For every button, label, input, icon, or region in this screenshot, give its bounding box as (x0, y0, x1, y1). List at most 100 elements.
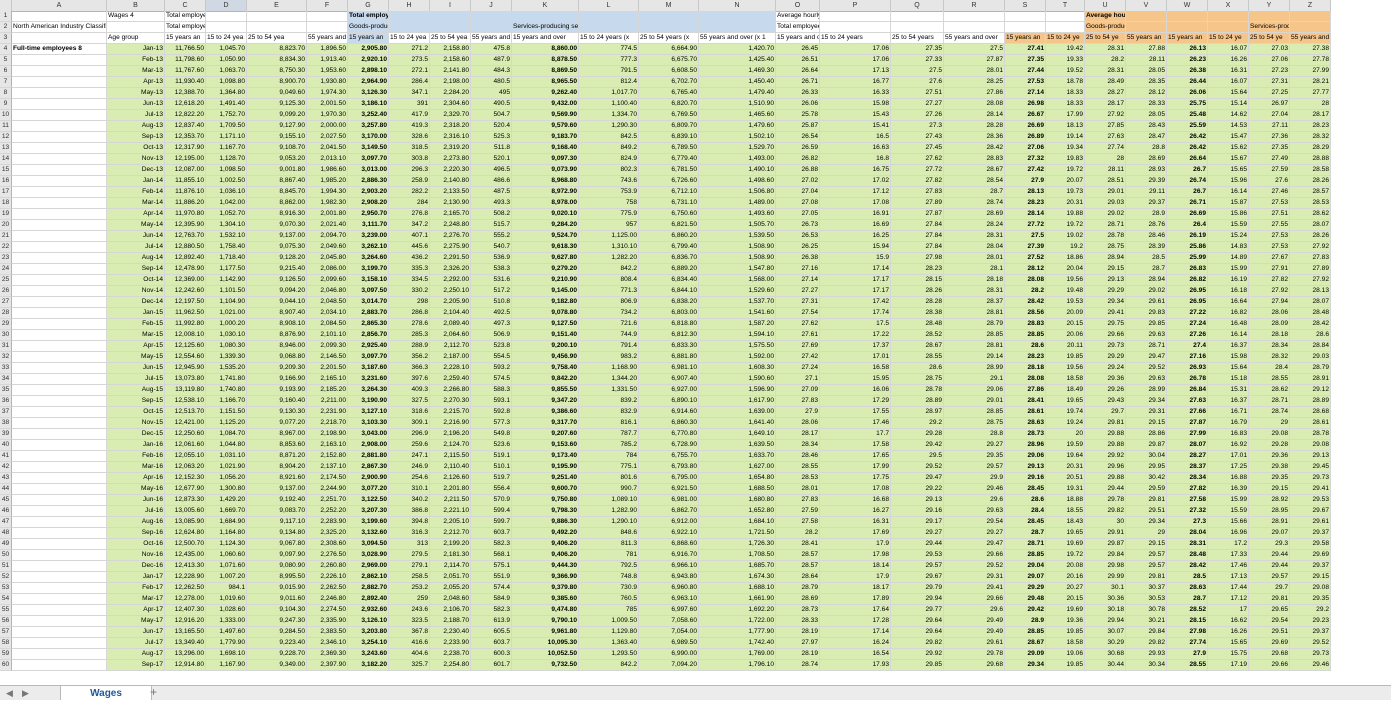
value-cell[interactable]: 26.06 (776, 99, 820, 110)
value-cell[interactable]: 3,207.30 (348, 506, 389, 517)
value-cell[interactable]: 1,493.60 (699, 209, 776, 220)
row-number[interactable]: 41 (0, 451, 12, 462)
value-cell[interactable]: 536.9 (471, 253, 512, 264)
value-cell[interactable]: 29.61 (1290, 517, 1331, 528)
value-cell[interactable]: 29.73 (1290, 473, 1331, 484)
value-cell[interactable]: 9,182.80 (512, 297, 579, 308)
value-cell[interactable]: 29.46 (944, 484, 1005, 495)
value-cell[interactable]: 29.78 (944, 649, 1005, 660)
value-cell[interactable]: 753.9 (579, 187, 639, 198)
value-cell[interactable]: 6,990.00 (639, 649, 699, 660)
value-cell[interactable]: 1,036.10 (206, 187, 247, 198)
header-cell[interactable]: Services-producing sector 7 (512, 22, 579, 33)
value-cell[interactable]: 3,182.20 (348, 660, 389, 671)
value-cell[interactable]: 16.26 (1208, 627, 1249, 638)
value-cell[interactable]: 9,349.00 (247, 660, 307, 671)
value-cell[interactable]: 1,596.90 (699, 385, 776, 396)
value-cell[interactable]: 29.69 (1290, 550, 1331, 561)
value-cell[interactable]: 957 (579, 220, 639, 231)
value-cell[interactable]: 777.3 (579, 55, 639, 66)
value-cell[interactable]: 29.77 (891, 605, 944, 616)
value-cell[interactable]: 540.7 (471, 242, 512, 253)
empty-cell[interactable] (1046, 22, 1085, 33)
value-cell[interactable]: 29.7 (1085, 407, 1126, 418)
value-cell[interactable]: 9,758.40 (512, 363, 579, 374)
value-cell[interactable]: 9,128.20 (247, 253, 307, 264)
empty-cell[interactable] (12, 594, 107, 605)
value-cell[interactable]: 26.44 (1167, 77, 1208, 88)
value-cell[interactable]: 28.24 (944, 220, 1005, 231)
value-cell[interactable]: 2,099.60 (307, 275, 348, 286)
value-cell[interactable]: 1,489.00 (699, 198, 776, 209)
value-cell[interactable]: 2,883.70 (348, 308, 389, 319)
value-cell[interactable]: 29.78 (1085, 495, 1126, 506)
value-cell[interactable]: 12,624.80 (165, 528, 206, 539)
value-cell[interactable]: 27.5 (944, 44, 1005, 55)
value-cell[interactable]: 27.3 (1167, 517, 1208, 528)
value-cell[interactable]: 29.3 (1249, 539, 1290, 550)
value-cell[interactable]: 1,592.00 (699, 352, 776, 363)
value-cell[interactable]: 27.99 (1290, 66, 1331, 77)
value-cell[interactable]: 27.35 (891, 44, 944, 55)
value-cell[interactable]: 15.65 (1208, 638, 1249, 649)
value-cell[interactable]: 327.5 (389, 396, 430, 407)
value-cell[interactable]: 29.03 (1085, 198, 1126, 209)
value-cell[interactable]: 592.8 (471, 407, 512, 418)
value-cell[interactable]: 29.03 (1290, 352, 1331, 363)
empty-cell[interactable] (1249, 11, 1290, 22)
value-cell[interactable]: 29.24 (1085, 363, 1126, 374)
value-cell[interactable]: 556.4 (471, 484, 512, 495)
value-cell[interactable]: 28.29 (1290, 143, 1331, 154)
value-cell[interactable]: 2,230.40 (430, 627, 471, 638)
value-cell[interactable]: 27.58 (776, 517, 820, 528)
value-cell[interactable]: 28.6 (891, 363, 944, 374)
add-sheet-button[interactable]: + (150, 686, 157, 699)
value-cell[interactable]: 2,201.50 (307, 363, 348, 374)
value-cell[interactable]: 29.48 (1005, 594, 1046, 605)
value-cell[interactable]: 29.44 (1249, 550, 1290, 561)
value-cell[interactable]: 28.85 (1005, 627, 1046, 638)
value-cell[interactable]: 296.3 (389, 165, 430, 176)
value-cell[interactable]: 29.41 (1290, 484, 1331, 495)
value-cell[interactable]: 19.56 (1046, 363, 1085, 374)
value-cell[interactable]: 9,790.10 (512, 616, 579, 627)
value-cell[interactable]: 3,013.00 (348, 165, 389, 176)
value-cell[interactable]: 2,304.60 (430, 99, 471, 110)
value-cell[interactable]: 27.24 (1167, 319, 1208, 330)
value-cell[interactable]: 16.26 (1208, 55, 1249, 66)
value-cell[interactable]: 25.48 (1167, 110, 1208, 121)
row-number[interactable]: 39 (0, 429, 12, 440)
value-cell[interactable]: 17.69 (820, 528, 891, 539)
empty-cell[interactable] (1167, 22, 1208, 33)
date-cell[interactable]: Oct-15 (107, 407, 165, 418)
value-cell[interactable]: 29.96 (1085, 462, 1126, 473)
value-cell[interactable]: 12,880.50 (165, 242, 206, 253)
value-cell[interactable]: 486.6 (471, 176, 512, 187)
value-cell[interactable]: 29.82 (891, 638, 944, 649)
empty-cell[interactable] (12, 55, 107, 66)
header-cell[interactable]: Total employees, all industries 6 (165, 22, 206, 33)
value-cell[interactable]: 27.14 (776, 275, 820, 286)
value-cell[interactable]: 9,108.70 (247, 143, 307, 154)
value-cell[interactable]: 26.71 (1167, 198, 1208, 209)
value-cell[interactable]: 29.15 (1126, 418, 1167, 429)
empty-cell[interactable] (12, 330, 107, 341)
value-cell[interactable]: 29.15 (1290, 572, 1331, 583)
value-cell[interactable]: 1,953.60 (307, 66, 348, 77)
value-cell[interactable]: 2,146.50 (307, 352, 348, 363)
value-cell[interactable]: 27.5 (1005, 231, 1046, 242)
value-cell[interactable]: 28.7 (1126, 264, 1167, 275)
value-cell[interactable]: 26.89 (1005, 132, 1046, 143)
value-cell[interactable]: 15.67 (1208, 154, 1249, 165)
value-cell[interactable]: 19.48 (1046, 286, 1085, 297)
value-cell[interactable]: 2,251.70 (307, 495, 348, 506)
value-cell[interactable]: 259 (389, 594, 430, 605)
value-cell[interactable]: 1,007.20 (206, 572, 247, 583)
value-cell[interactable]: 3,264.60 (348, 253, 389, 264)
date-cell[interactable]: May-13 (107, 88, 165, 99)
value-cell[interactable]: 6,916.70 (639, 550, 699, 561)
empty-cell[interactable] (107, 22, 165, 33)
value-cell[interactable]: 29.04 (1005, 561, 1046, 572)
value-cell[interactable]: 27.32 (1005, 154, 1046, 165)
value-cell[interactable]: 29.9 (944, 473, 1005, 484)
